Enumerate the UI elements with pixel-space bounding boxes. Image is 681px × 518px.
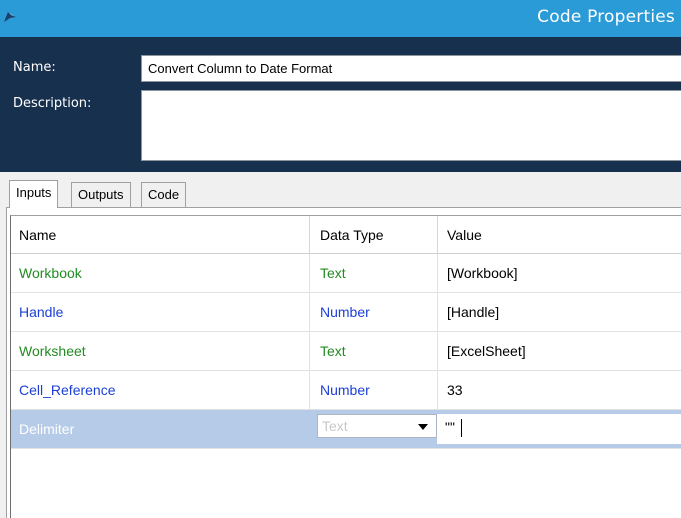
data-type-selected: Text (322, 418, 348, 434)
row-name: Workbook (19, 265, 82, 281)
name-input[interactable]: Convert Column to Date Format (141, 55, 681, 82)
app-icon (4, 12, 16, 22)
row-name: Cell_Reference (19, 382, 116, 398)
table-row[interactable]: Worksheet Text [ExcelSheet] (11, 332, 681, 371)
row-value[interactable]: [Handle] (437, 293, 681, 331)
row-data-type[interactable]: Text (309, 332, 437, 370)
tab-inputs[interactable]: Inputs (9, 180, 59, 208)
row-name: Delimiter (19, 421, 75, 437)
value-editor[interactable]: "" (437, 414, 681, 444)
column-header-name[interactable]: Name (11, 216, 309, 253)
tab-code[interactable]: Code (141, 182, 187, 208)
data-type-dropdown[interactable]: Text (317, 414, 437, 438)
chevron-down-icon[interactable] (418, 424, 428, 430)
row-value[interactable]: 33 (437, 371, 681, 409)
row-value[interactable]: [ExcelSheet] (437, 332, 681, 370)
name-label: Name: (13, 60, 56, 75)
text-caret (461, 419, 462, 437)
table-row[interactable]: Workbook Text [Workbook] (11, 254, 681, 293)
column-header-value[interactable]: Value (437, 216, 681, 253)
table-row[interactable]: Cell_Reference Number 33 (11, 371, 681, 410)
description-label: Description: (13, 96, 92, 111)
inputs-grid: Name Data Type Value Workbook Text [Work… (10, 215, 681, 518)
row-data-type[interactable]: Number (309, 371, 437, 409)
title-bar: Code Properties (0, 0, 681, 37)
row-name: Handle (19, 304, 64, 320)
row-name: Worksheet (19, 343, 86, 359)
row-data-type[interactable]: Text (309, 254, 437, 292)
tab-outputs[interactable]: Outputs (71, 182, 131, 208)
grid-header-row: Name Data Type Value (11, 216, 681, 254)
table-row[interactable]: Handle Number [Handle] (11, 293, 681, 332)
table-row-selected[interactable]: Delimiter Text "" (11, 410, 681, 449)
value-editor-text: "" (445, 419, 455, 435)
description-input[interactable] (141, 90, 681, 161)
row-value[interactable]: [Workbook] (437, 254, 681, 292)
row-data-type[interactable]: Number (309, 293, 437, 331)
column-header-data-type[interactable]: Data Type (309, 216, 437, 253)
window-title: Code Properties (537, 7, 675, 27)
